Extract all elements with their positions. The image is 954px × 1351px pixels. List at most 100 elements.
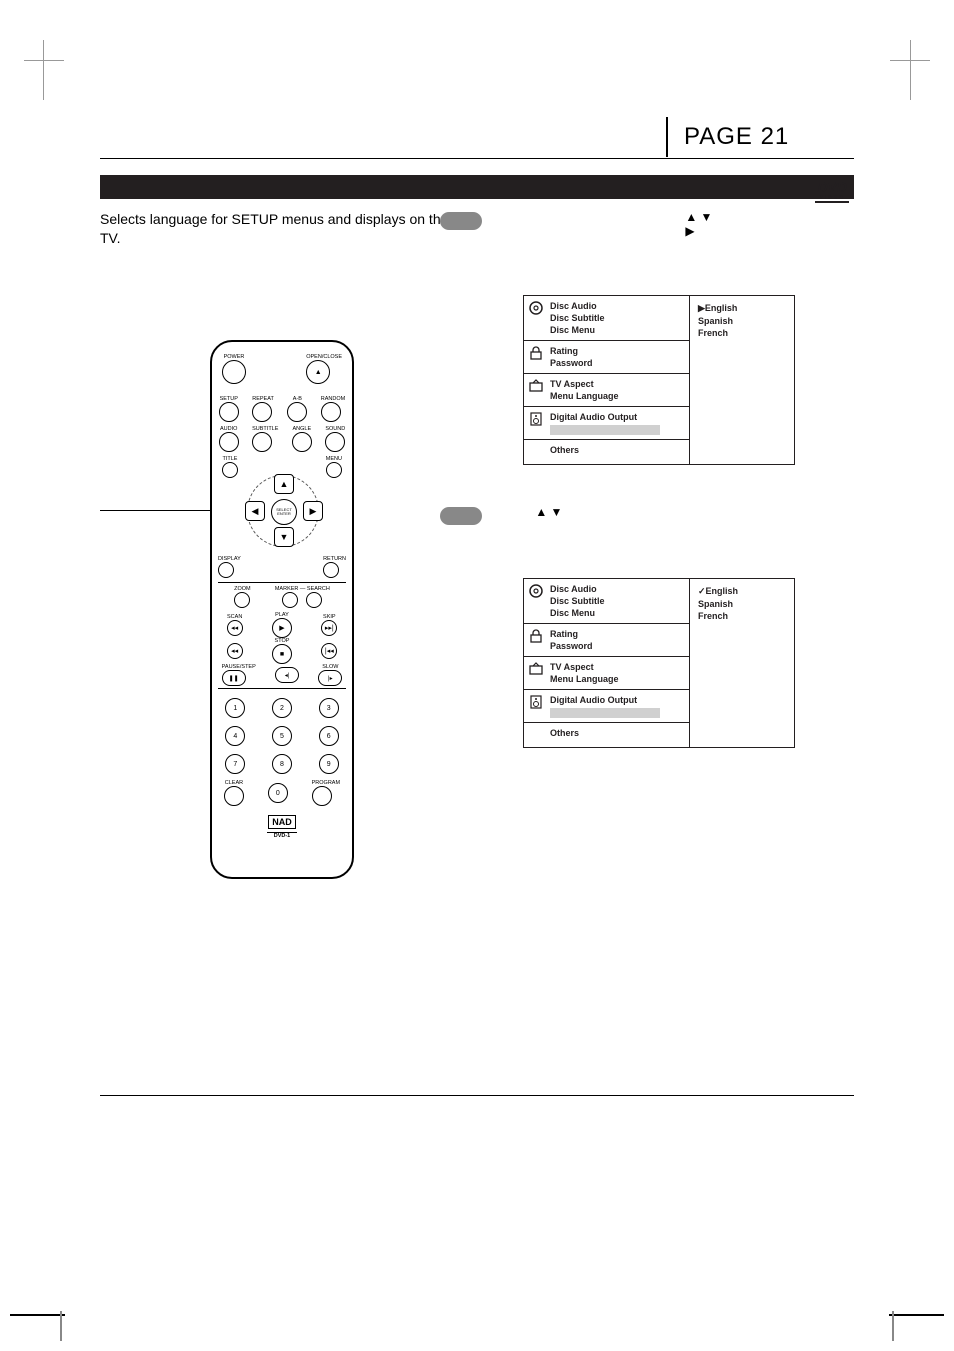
bottom-rule — [100, 1095, 854, 1096]
num-1[interactable]: 1 — [225, 698, 245, 718]
osd-item: TV Aspect — [550, 378, 619, 390]
label-audio: AUDIO — [219, 426, 239, 432]
label-menu: MENU — [326, 456, 342, 462]
dpad-left[interactable]: ◀ — [245, 501, 265, 521]
top-rule — [100, 158, 854, 159]
crop-mark — [876, 40, 911, 100]
crop-mark — [60, 1311, 62, 1341]
num-6[interactable]: 6 — [319, 726, 339, 746]
osd-item: Digital Audio Output — [550, 694, 660, 706]
osd-item: Others — [550, 727, 579, 739]
zoom-button[interactable] — [234, 592, 250, 608]
osd-lang: Spanish — [698, 598, 786, 610]
osd-item: Disc Audio — [550, 583, 605, 595]
num-2[interactable]: 2 — [272, 698, 292, 718]
label-play: PLAY — [272, 612, 292, 618]
label-title: TITLE — [222, 456, 238, 462]
sound-button[interactable] — [325, 432, 345, 452]
osd-item: Rating — [550, 345, 593, 357]
label-sound: SOUND — [325, 426, 345, 432]
header-bar — [100, 175, 854, 199]
osd-item: Password — [550, 357, 593, 369]
dvd-logo: DVDVIDEO — [815, 178, 849, 203]
step-number-2 — [440, 507, 482, 525]
scan-back-button[interactable]: ◂◂ — [227, 620, 243, 636]
open-close-button[interactable]: ▲ — [306, 360, 330, 384]
osd-lang: Spanish — [698, 315, 786, 327]
crop-mark — [10, 1314, 65, 1316]
clear-button[interactable] — [224, 786, 244, 806]
setup-button[interactable] — [219, 402, 239, 422]
osd-lang: ▶English — [698, 302, 786, 315]
select-enter-button[interactable]: SELECT ENTER — [271, 499, 297, 525]
osd-lang: French — [698, 327, 786, 339]
skip-back-button[interactable]: |◂◂ — [321, 643, 337, 659]
pause-button[interactable]: ❚❚ — [222, 670, 246, 686]
label-ab: A-B — [287, 396, 307, 402]
osd-item: Disc Subtitle — [550, 595, 605, 607]
divider — [218, 582, 346, 583]
label-openclose: OPEN/CLOSE — [306, 354, 342, 360]
angle-button[interactable] — [292, 432, 312, 452]
osd-highlight — [550, 425, 660, 435]
label-power: POWER — [222, 354, 246, 360]
return-button[interactable] — [323, 562, 339, 578]
stop-button[interactable]: ■ — [272, 644, 292, 664]
label-clear: CLEAR — [224, 780, 244, 786]
osd-lang: ✓English — [698, 585, 786, 598]
lock-icon — [528, 628, 544, 644]
num-9[interactable]: 9 — [319, 754, 339, 774]
label-angle: ANGLE — [292, 426, 312, 432]
dpad-up[interactable]: ▲ — [274, 474, 294, 494]
power-button[interactable] — [222, 360, 246, 384]
random-button[interactable] — [321, 402, 341, 422]
num-4[interactable]: 4 — [225, 726, 245, 746]
audio-button[interactable] — [219, 432, 239, 452]
label-scan: SCAN — [227, 614, 243, 620]
brand-logo: NAD — [268, 815, 296, 829]
scan-fwd-button[interactable]: ◂◂ — [227, 643, 243, 659]
model-label: DVD-1 — [212, 833, 352, 839]
ab-button[interactable] — [287, 402, 307, 422]
program-button[interactable] — [312, 786, 332, 806]
num-7[interactable]: 7 — [225, 754, 245, 774]
step-2: ▲ ▼ — [440, 505, 940, 525]
osd-item: Digital Audio Output — [550, 411, 660, 423]
num-0[interactable]: 0 — [268, 783, 288, 803]
tv-icon — [528, 661, 544, 677]
osd-item: Others — [550, 444, 579, 456]
label-zoom: ZOOM — [234, 586, 251, 592]
dpad-right[interactable]: ▶ — [303, 501, 323, 521]
subtitle-button[interactable] — [252, 432, 272, 452]
label-stop: STOP — [272, 638, 292, 644]
display-button[interactable] — [218, 562, 234, 578]
label-display: DISPLAY — [218, 556, 241, 562]
label-program: PROGRAM — [312, 780, 340, 786]
label-subtitle: SUBTITLE — [252, 426, 278, 432]
callout-line — [100, 510, 228, 511]
search-button[interactable] — [306, 592, 322, 608]
slow-fwd-button[interactable]: |▸ — [318, 670, 342, 686]
step-1: ▲ ▼ ▶ — [440, 210, 940, 238]
play-button[interactable]: ▶ — [272, 618, 292, 638]
osd-menu-1: Disc AudioDisc SubtitleDisc Menu RatingP… — [523, 295, 795, 465]
label-return: RETURN — [323, 556, 346, 562]
osd-item: TV Aspect — [550, 661, 619, 673]
crop-mark — [889, 1314, 944, 1316]
label-slow: SLOW — [318, 664, 342, 670]
speaker-icon — [528, 694, 544, 710]
osd-item: Disc Menu — [550, 324, 605, 336]
num-8[interactable]: 8 — [272, 754, 292, 774]
skip-fwd-button[interactable]: ▸▸| — [321, 620, 337, 636]
label-random: RANDOM — [321, 396, 345, 402]
marker-button[interactable] — [282, 592, 298, 608]
slow-back-button[interactable]: ◂| — [275, 667, 299, 683]
osd-item: Disc Audio — [550, 300, 605, 312]
repeat-button[interactable] — [252, 402, 272, 422]
num-3[interactable]: 3 — [319, 698, 339, 718]
dpad-down[interactable]: ▼ — [274, 527, 294, 547]
osd-item: Menu Language — [550, 673, 619, 685]
crop-mark — [892, 1311, 894, 1341]
dpad: ▲ ▼ ◀ ▶ SELECT ENTER — [227, 472, 337, 562]
num-5[interactable]: 5 — [272, 726, 292, 746]
